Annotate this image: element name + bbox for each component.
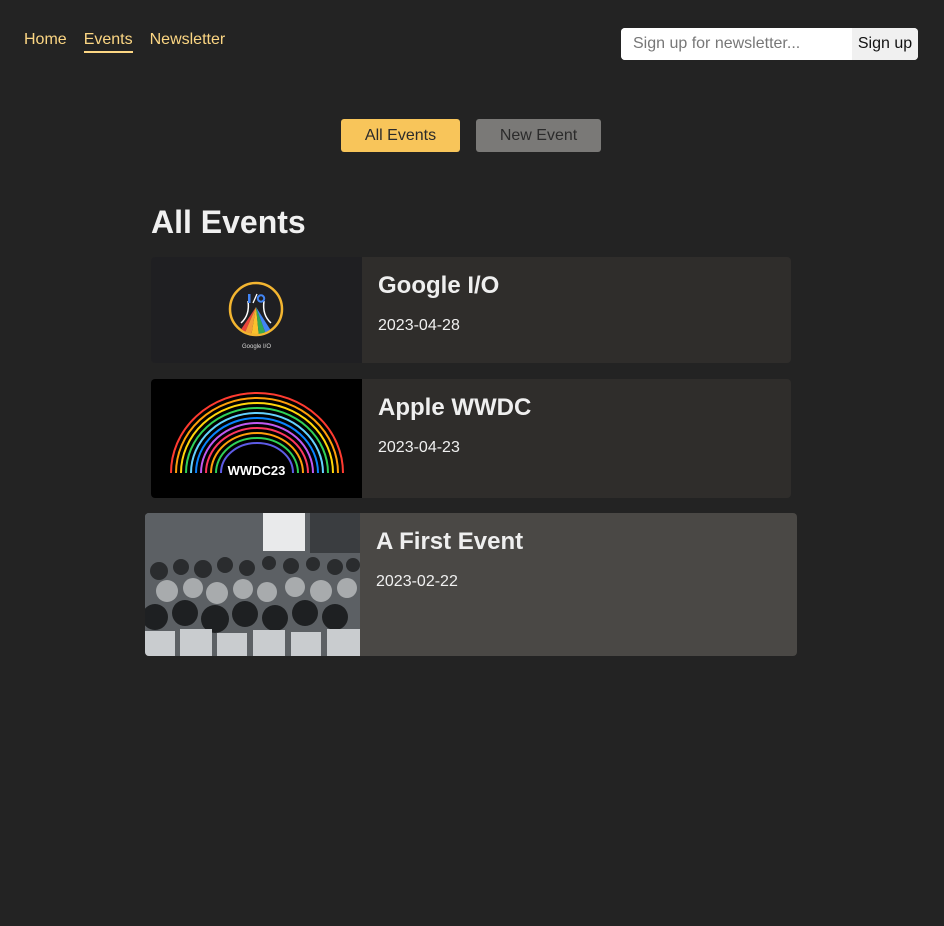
nav-link-events[interactable]: Events bbox=[83, 30, 133, 53]
event-info: A First Event 2023-02-22 bbox=[360, 513, 797, 656]
newsletter-signup-button[interactable]: Sign up bbox=[852, 28, 918, 60]
event-image-google-io: Google I/O bbox=[151, 257, 362, 363]
events-subnav: All Events New Event bbox=[341, 119, 601, 152]
audience-photo-icon bbox=[145, 513, 360, 656]
new-event-button[interactable]: New Event bbox=[476, 119, 601, 152]
newsletter-email-input[interactable] bbox=[621, 28, 852, 60]
event-card-a-first-event[interactable]: A First Event 2023-02-22 bbox=[145, 513, 797, 656]
nav-link-newsletter[interactable]: Newsletter bbox=[150, 30, 226, 53]
nav-link-home[interactable]: Home bbox=[24, 30, 67, 53]
wwdc-rainbow-icon bbox=[170, 392, 344, 474]
page-title: All Events bbox=[151, 204, 306, 240]
event-date: 2023-02-22 bbox=[376, 573, 458, 590]
google-io-caption: Google I/O bbox=[241, 344, 271, 350]
event-info: Apple WWDC 2023-04-23 bbox=[362, 379, 791, 498]
event-card-apple-wwdc[interactable]: WWDC23 Apple WWDC 2023-04-23 bbox=[151, 379, 791, 498]
event-title: A First Event bbox=[376, 528, 524, 555]
main-nav: Home Events Newsletter bbox=[24, 30, 225, 53]
all-events-button[interactable]: All Events bbox=[341, 119, 460, 152]
newsletter-signup-form: Sign up bbox=[621, 28, 918, 60]
event-card-google-io[interactable]: Google I/O Google I/O 2023-04-28 bbox=[151, 257, 791, 363]
main-header: Home Events Newsletter Sign up bbox=[0, 0, 944, 80]
event-date: 2023-04-23 bbox=[378, 439, 460, 456]
event-title: Google I/O bbox=[378, 272, 500, 299]
event-image-apple-wwdc: WWDC23 bbox=[151, 379, 362, 498]
wwdc-caption: WWDC23 bbox=[227, 463, 286, 478]
event-info: Google I/O 2023-04-28 bbox=[362, 257, 791, 363]
event-image-audience-photo bbox=[145, 513, 360, 656]
event-title: Apple WWDC bbox=[378, 394, 532, 421]
event-date: 2023-04-28 bbox=[378, 317, 460, 334]
